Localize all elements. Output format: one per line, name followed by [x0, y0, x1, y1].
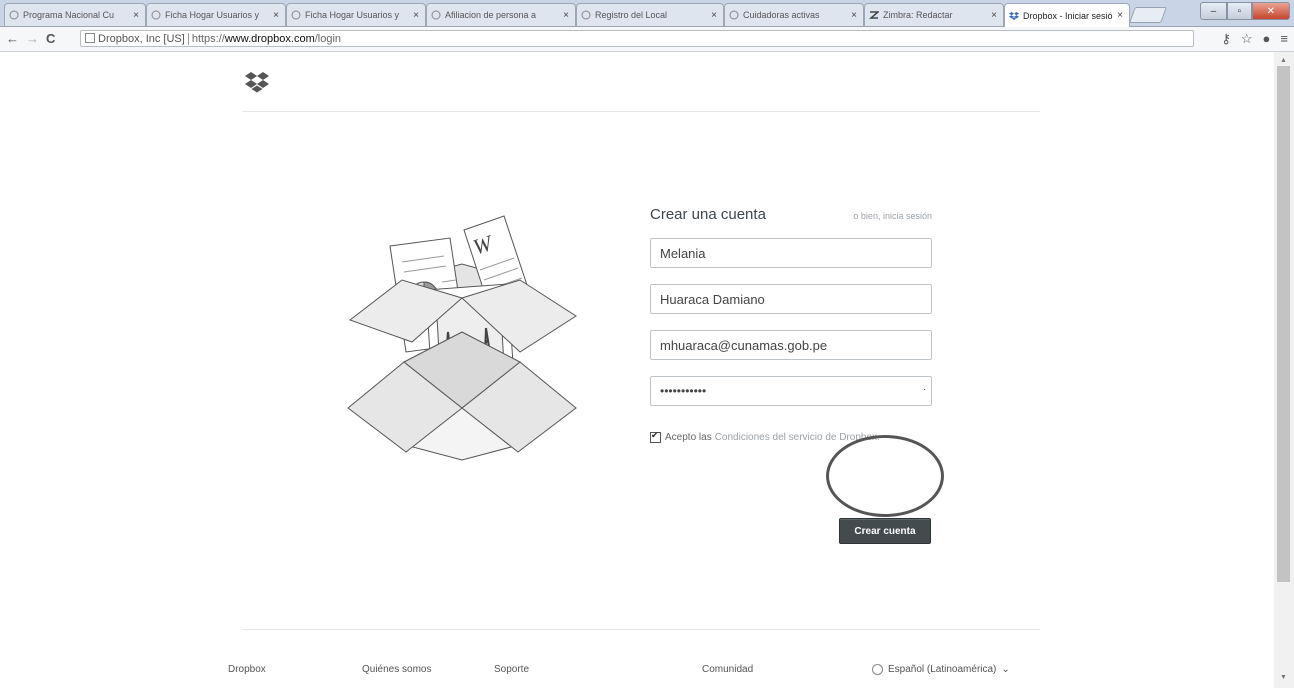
header-divider — [242, 111, 1040, 112]
page-content: W Crear una cuenta o bien, inicia sesión… — [0, 52, 1272, 688]
reload-icon[interactable]: C — [46, 31, 55, 46]
language-label: Español (Latinoamérica) — [888, 664, 997, 675]
tab-programa-nacional[interactable]: Programa Nacional Cu × — [4, 3, 146, 26]
tab-close-icon[interactable]: × — [1117, 10, 1123, 21]
page-icon — [581, 10, 591, 20]
browser-toolbar: ← → C Dropbox, Inc [US] https://www.dropb… — [0, 27, 1294, 52]
footer-link-about[interactable]: Quiénes somos — [362, 664, 431, 675]
address-bar[interactable]: Dropbox, Inc [US] https://www.dropbox.com… — [80, 30, 1194, 47]
window-controls: – ▫ ✕ — [1200, 2, 1290, 20]
vertical-scrollbar[interactable]: ▲ ▼ — [1274, 52, 1294, 688]
tab-title: Afiliacion de persona a — [445, 10, 537, 20]
dropbox-logo-icon[interactable] — [245, 71, 269, 95]
scroll-down-icon[interactable]: ▼ — [1280, 674, 1287, 681]
chevron-down-icon: ⌄ — [1001, 664, 1010, 675]
tab-afiliacion[interactable]: Afiliacion de persona a × — [426, 3, 576, 26]
tab-ficha-hogar-1[interactable]: Ficha Hogar Usuarios y × — [146, 3, 286, 26]
terms-row: Acepto las Condiciones del servicio de D… — [650, 430, 880, 443]
open-box-documents-illustration: W — [347, 215, 577, 461]
url-protocol: https:// — [191, 33, 225, 45]
page-icon — [291, 10, 301, 20]
terms-link[interactable]: Condiciones del servicio de Dropbox. — [715, 432, 880, 443]
extension-icon[interactable]: ● — [1263, 31, 1271, 47]
last-name-input[interactable] — [650, 284, 932, 314]
zimbra-icon — [869, 11, 879, 19]
tab-title: Dropbox - Iniciar sesión — [1023, 10, 1114, 21]
form-title: Crear una cuenta — [650, 206, 766, 223]
tab-close-icon[interactable]: × — [273, 10, 279, 21]
page-icon — [431, 10, 441, 20]
tab-close-icon[interactable]: × — [851, 10, 857, 21]
tab-strip: Programa Nacional Cu × Ficha Hogar Usuar… — [0, 0, 1294, 27]
tab-registro-local[interactable]: Registro del Local × — [576, 3, 724, 26]
tab-title: Ficha Hogar Usuarios y — [165, 10, 260, 20]
dropbox-icon — [1009, 11, 1019, 20]
footer-link-support[interactable]: Soporte — [494, 664, 529, 675]
tab-close-icon[interactable]: × — [991, 10, 997, 21]
page-icon — [9, 10, 19, 20]
menu-icon[interactable]: ≡ — [1280, 31, 1288, 47]
page-icon — [729, 10, 739, 20]
tab-title: Programa Nacional Cu — [23, 10, 115, 20]
footer-divider — [242, 629, 1040, 630]
tab-dropbox[interactable]: Dropbox - Iniciar sesión × — [1004, 3, 1130, 27]
tab-close-icon[interactable]: × — [133, 10, 139, 21]
globe-icon — [872, 664, 883, 675]
create-account-button[interactable]: Crear cuenta — [839, 518, 931, 544]
terms-checkbox[interactable] — [650, 430, 661, 443]
first-name-input[interactable] — [650, 238, 932, 268]
forward-arrow-icon[interactable]: → — [26, 31, 39, 46]
new-tab-button[interactable] — [1129, 7, 1167, 23]
tab-close-icon[interactable]: × — [711, 10, 717, 21]
tab-title: Registro del Local — [595, 10, 668, 20]
tab-zimbra[interactable]: Zimbra: Redactar × — [864, 3, 1004, 26]
password-input[interactable]: ••••••••••• . — [650, 376, 932, 406]
url-path: /login — [314, 33, 342, 45]
key-icon[interactable]: ⚷ — [1221, 31, 1231, 47]
password-mask: ••••••••••• — [660, 384, 707, 398]
lock-icon — [85, 33, 95, 43]
scroll-up-icon[interactable]: ▲ — [1280, 57, 1287, 64]
ev-certificate-badge[interactable]: Dropbox, Inc [US] — [98, 33, 189, 45]
email-input[interactable] — [650, 330, 932, 360]
tab-title: Zimbra: Redactar — [883, 10, 953, 20]
tab-close-icon[interactable]: × — [413, 10, 419, 21]
maximize-button[interactable]: ▫ — [1226, 2, 1252, 20]
tab-title: Cuidadoras activas — [743, 10, 820, 20]
minimize-button[interactable]: – — [1200, 2, 1227, 20]
back-arrow-icon[interactable]: ← — [6, 31, 19, 46]
footer-link-community[interactable]: Comunidad — [702, 664, 753, 675]
signin-link[interactable]: inicia sesión — [883, 211, 932, 221]
terms-prefix: Acepto las — [665, 432, 712, 443]
signin-prefix: o bien, — [853, 211, 881, 221]
language-selector[interactable]: Español (Latinoamérica) ⌄ — [872, 664, 1010, 675]
bookmark-star-icon[interactable]: ☆ — [1241, 31, 1253, 47]
page-icon — [151, 10, 161, 20]
tab-title: Ficha Hogar Usuarios y — [305, 10, 400, 20]
url-host: www.dropbox.com — [224, 33, 315, 45]
close-window-button[interactable]: ✕ — [1251, 2, 1290, 20]
password-strength-indicator: . — [923, 382, 926, 393]
tab-ficha-hogar-2[interactable]: Ficha Hogar Usuarios y × — [286, 3, 426, 26]
toolbar-actions: ⚷ ☆ ● ≡ — [1221, 31, 1288, 47]
footer-link-dropbox[interactable]: Dropbox — [228, 664, 266, 675]
signin-alternative: o bien, inicia sesión — [853, 211, 932, 221]
tab-close-icon[interactable]: × — [563, 10, 569, 21]
scrollbar-thumb[interactable] — [1277, 66, 1290, 582]
tab-cuidadoras[interactable]: Cuidadoras activas × — [724, 3, 864, 26]
